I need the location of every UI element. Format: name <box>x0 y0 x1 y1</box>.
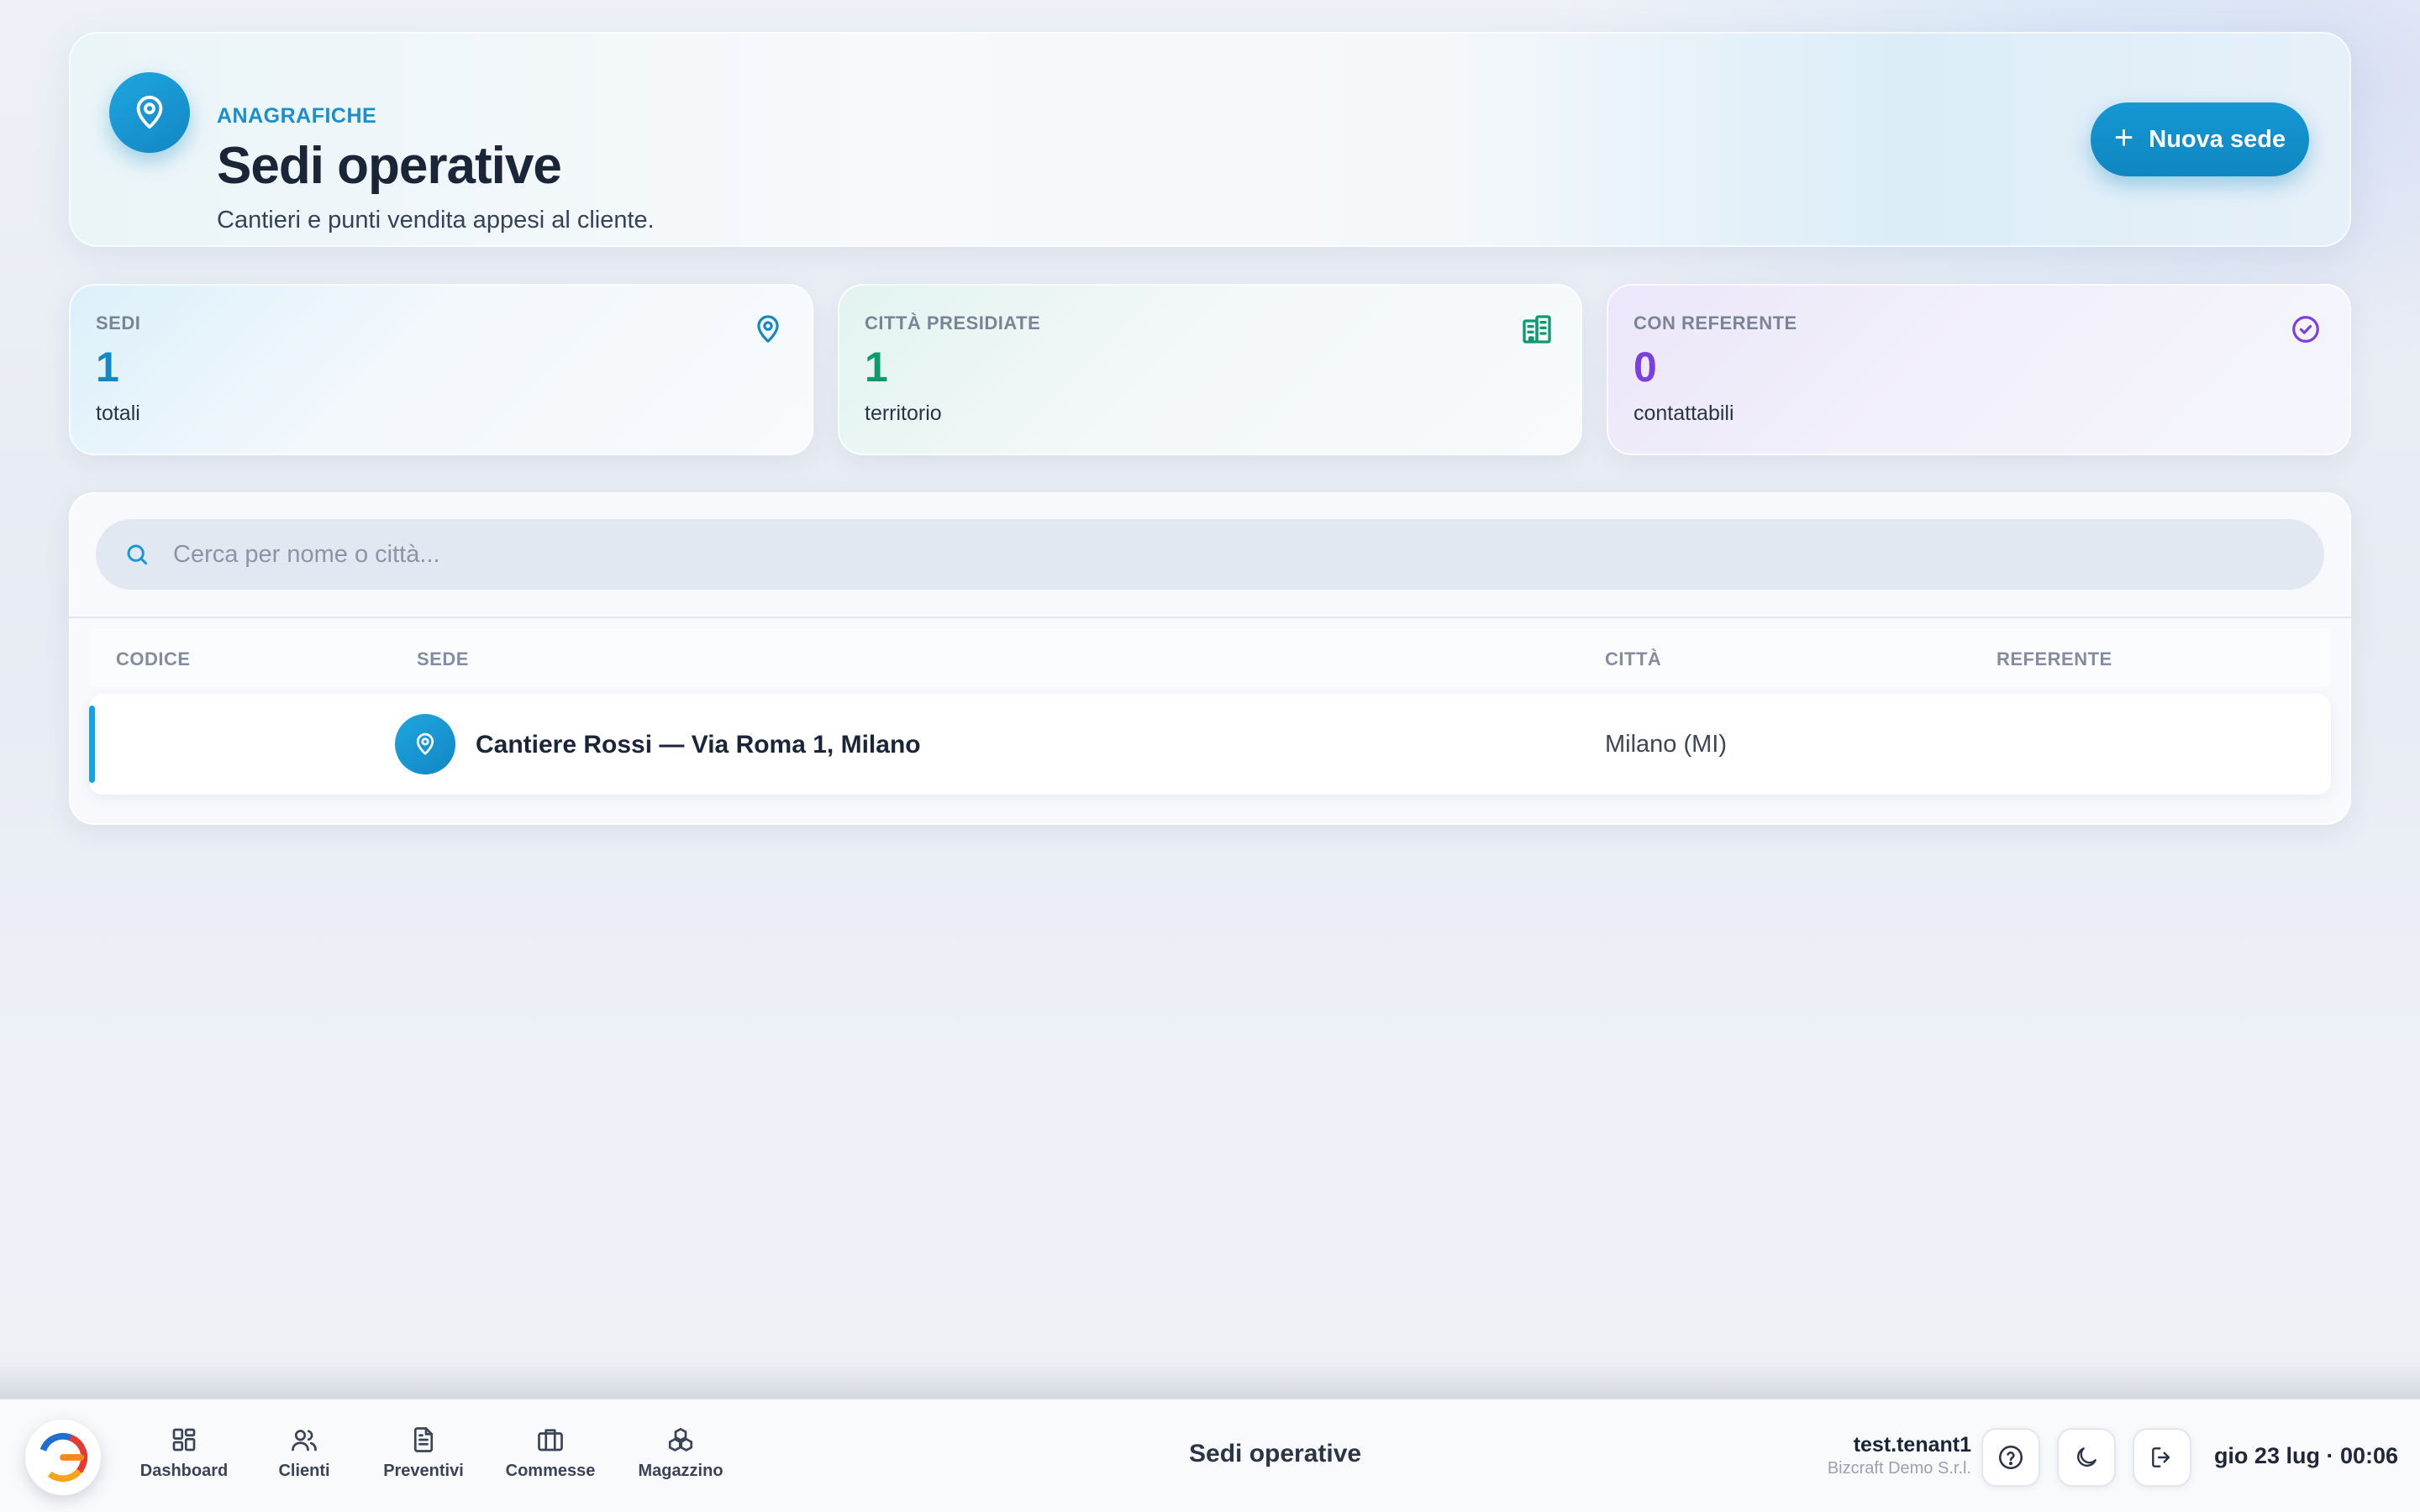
nav-preventivi[interactable]: Preventivi <box>375 1425 472 1492</box>
stat-card-sedi: SEDI 1 totali <box>69 284 813 455</box>
stat-sub: totali <box>96 402 140 425</box>
app-logo[interactable] <box>25 1420 101 1495</box>
stat-sub: territorio <box>865 402 942 425</box>
new-site-button[interactable]: + Nuova sede <box>2091 102 2309 176</box>
user-info: test.tenant1 Bizcraft Demo S.r.l. <box>1828 1433 1971 1478</box>
row-accent <box>89 706 95 783</box>
user-company: Bizcraft Demo S.r.l. <box>1827 1459 1971 1478</box>
column-header-citta[interactable]: CITTÀ <box>1605 648 1661 670</box>
briefcase-icon <box>538 1429 563 1452</box>
page-subtitle: Cantieri e punti vendita appesi al clien… <box>217 207 655 234</box>
search-icon <box>96 541 173 568</box>
stat-label: SEDI <box>96 312 141 333</box>
cell-sede: Cantiere Rossi — Via Roma 1, Milano <box>476 731 921 759</box>
table-row[interactable]: Cantiere Rossi — Via Roma 1, Milano Mila… <box>89 694 2331 795</box>
column-header-codice[interactable]: CODICE <box>116 648 191 670</box>
nav-label: Clienti <box>278 1462 330 1480</box>
search-bar <box>96 519 2324 590</box>
stat-label: CITTÀ PRESIDIATE <box>865 312 1041 333</box>
cell-citta: Milano (MI) <box>1605 731 1728 758</box>
nav-clienti[interactable]: Clienti <box>267 1425 341 1492</box>
help-button[interactable] <box>1981 1428 2040 1487</box>
nav-commesse[interactable]: Commesse <box>501 1425 600 1492</box>
map-pin-icon <box>750 311 786 348</box>
page-title: Sedi operative <box>217 137 562 195</box>
column-header-referente[interactable]: REFERENTE <box>1996 648 2112 670</box>
nav-label: Magazzino <box>638 1462 723 1480</box>
plus-icon: + <box>2113 119 2134 156</box>
map-pin-icon <box>109 72 190 153</box>
map-pin-icon <box>395 714 455 774</box>
page-header: ANAGRAFICHE Sedi operative Cantieri e pu… <box>69 32 2351 247</box>
bottom-bar-shadow <box>0 1361 2420 1399</box>
logout-button[interactable] <box>2133 1428 2191 1487</box>
document-icon <box>413 1427 434 1452</box>
section-eyebrow: ANAGRAFICHE <box>217 104 377 128</box>
stat-value: 1 <box>96 344 119 391</box>
users-icon <box>292 1430 317 1452</box>
nav-label: Preventivi <box>383 1462 464 1480</box>
user-name: test.tenant1 <box>1853 1433 1971 1457</box>
bottom-bar: Dashboard Clienti Preventivi Commesse Ma… <box>0 1399 2420 1512</box>
divider <box>69 617 2351 618</box>
nav-label: Commesse <box>505 1462 596 1480</box>
nav-dashboard[interactable]: Dashboard <box>134 1425 234 1492</box>
check-circle-icon <box>2287 311 2324 348</box>
sites-table-card: CODICE SEDE CITTÀ REFERENTE Cantiere Ros… <box>69 492 2351 825</box>
stat-card-referente: CON REFERENTE 0 contattabili <box>1607 284 2351 455</box>
dashboard-icon <box>172 1428 196 1452</box>
stat-value: 1 <box>865 344 888 391</box>
boxes-icon <box>668 1427 693 1452</box>
stat-sub: contattabili <box>1634 402 1734 425</box>
g-logo-icon <box>38 1432 88 1483</box>
moon-icon <box>2077 1447 2096 1467</box>
nav-magazzino[interactable]: Magazzino <box>632 1425 729 1492</box>
table-header: CODICE SEDE CITTÀ REFERENTE <box>89 628 2331 687</box>
column-header-sede[interactable]: SEDE <box>417 648 469 670</box>
datetime: gio 23 lug · 00:06 <box>2213 1443 2398 1468</box>
current-page-title: Sedi operative <box>1189 1440 1362 1467</box>
help-icon <box>1998 1445 2023 1470</box>
stat-card-citta: CITTÀ PRESIDIATE 1 territorio <box>838 284 1582 455</box>
new-site-button-label: Nuova sede <box>2149 125 2286 153</box>
theme-toggle-button[interactable] <box>2057 1428 2116 1487</box>
search-input[interactable] <box>173 519 2324 590</box>
building-icon <box>1518 311 1555 348</box>
stat-label: CON REFERENTE <box>1634 312 1797 333</box>
nav-label: Dashboard <box>139 1462 229 1480</box>
logout-icon <box>2152 1447 2170 1467</box>
stat-value: 0 <box>1634 344 1657 391</box>
